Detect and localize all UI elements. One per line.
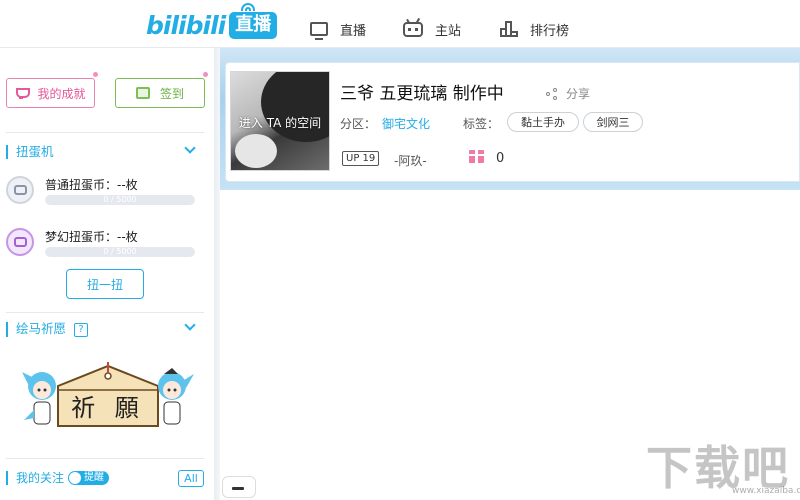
- cover-overlay-text: 进入 TA 的空间: [238, 116, 322, 130]
- following-label: 我的关注: [16, 471, 65, 485]
- bilibili-live-logo[interactable]: bilibili 直播: [146, 2, 278, 44]
- nav-main-site-label: 主站: [435, 23, 462, 39]
- achievements-notification-dot: [93, 72, 98, 77]
- tags-label: 标签：: [463, 117, 500, 131]
- toggle-knob: [69, 472, 82, 484]
- achievements-button[interactable]: 我的成就: [6, 78, 95, 108]
- sign-in-notification-dot: [203, 72, 208, 77]
- room-cover-image[interactable]: 进入 TA 的空间: [230, 71, 330, 171]
- bilibili-icon: [403, 17, 423, 37]
- achievements-label: 我的成就: [37, 86, 86, 101]
- following-all-button[interactable]: All: [178, 470, 204, 487]
- wish-section-title: 绘马祈愿?: [6, 321, 89, 337]
- tag-chip[interactable]: 剑网三: [583, 112, 643, 132]
- reminder-toggle-label: 提醒: [84, 472, 105, 483]
- top-nav-bar: bilibili 直播 直播 主站 排行榜: [0, 0, 800, 48]
- wish-section-label: 绘马祈愿: [16, 321, 67, 336]
- sidebar-divider: [6, 312, 204, 313]
- wish-board-text: 祈 願: [71, 394, 145, 422]
- chat-toggle-button[interactable]: [222, 476, 256, 498]
- logo-live-text: 直播: [235, 13, 272, 35]
- gift-count: 0: [496, 151, 505, 166]
- chevron-down-icon[interactable]: [184, 142, 196, 154]
- normal-coin-label: 普通扭蛋币：--枚: [45, 178, 138, 192]
- up-name-link[interactable]: -阿玖-: [394, 152, 427, 169]
- normal-coin-icon: [6, 176, 34, 204]
- nav-ranking[interactable]: 排行榜: [500, 16, 569, 42]
- chevron-down-icon[interactable]: [184, 319, 196, 331]
- room-info-card: 进入 TA 的空间 三爷 五更琉璃 制作中 分享 分区： 御宅文化 标签： 黏土…: [225, 62, 800, 182]
- tv-icon: [310, 22, 328, 40]
- sign-in-label: 签到: [159, 86, 184, 101]
- share-icon: [546, 87, 558, 100]
- normal-coin-progress-text: 0 / 5000: [103, 195, 137, 204]
- sidebar-divider: [6, 458, 204, 459]
- dream-coin-row: 梦幻扭蛋币：--枚 0 / 5000: [6, 228, 206, 264]
- dream-coin-icon: [6, 228, 34, 256]
- twist-capsule-button[interactable]: 扭一扭: [66, 269, 144, 299]
- following-section-title: 我的关注 提醒: [6, 471, 110, 485]
- watermark-logo: 下载吧 www.xiazaiba.com: [646, 432, 800, 498]
- nav-live-label: 直播: [340, 23, 367, 39]
- area-link[interactable]: 御宅文化: [382, 115, 430, 132]
- sidebar-divider: [6, 132, 204, 133]
- share-label: 分享: [566, 87, 591, 101]
- trophy-icon: [15, 87, 31, 99]
- tag-chip[interactable]: 黏土手办: [507, 112, 579, 132]
- room-title: 三爷 五更琉璃 制作中: [340, 84, 504, 104]
- calendar-icon: [135, 87, 150, 99]
- area-label: 分区：: [340, 117, 377, 131]
- help-icon[interactable]: ?: [74, 322, 89, 337]
- sign-in-button[interactable]: 签到: [115, 78, 205, 108]
- logo-text: bilibili: [146, 10, 226, 40]
- dream-coin-progress-text: 0 / 5000: [103, 247, 137, 256]
- up-level-badge: UP 19: [342, 151, 380, 166]
- nav-live[interactable]: 直播: [310, 16, 366, 42]
- nav-ranking-label: 排行榜: [530, 23, 570, 39]
- share-button[interactable]: 分享: [546, 85, 590, 102]
- dream-coin-label: 梦幻扭蛋币：--枚: [45, 230, 138, 244]
- sidebar: 我的成就 签到 扭蛋机 普通扭蛋币：--枚 0 / 5000 梦幻扭蛋币：--枚…: [0, 48, 216, 500]
- normal-coin-row: 普通扭蛋币：--枚 0 / 5000: [6, 176, 206, 212]
- capsule-section-title: 扭蛋机: [6, 145, 54, 159]
- logo-live-badge: 直播: [229, 2, 278, 39]
- reminder-toggle[interactable]: 提醒: [68, 471, 110, 485]
- ranking-icon: [500, 21, 518, 37]
- nav-main-site[interactable]: 主站: [403, 16, 461, 42]
- watermark-url: www.xiazaiba.com: [732, 486, 800, 496]
- gift-icon: [469, 150, 484, 163]
